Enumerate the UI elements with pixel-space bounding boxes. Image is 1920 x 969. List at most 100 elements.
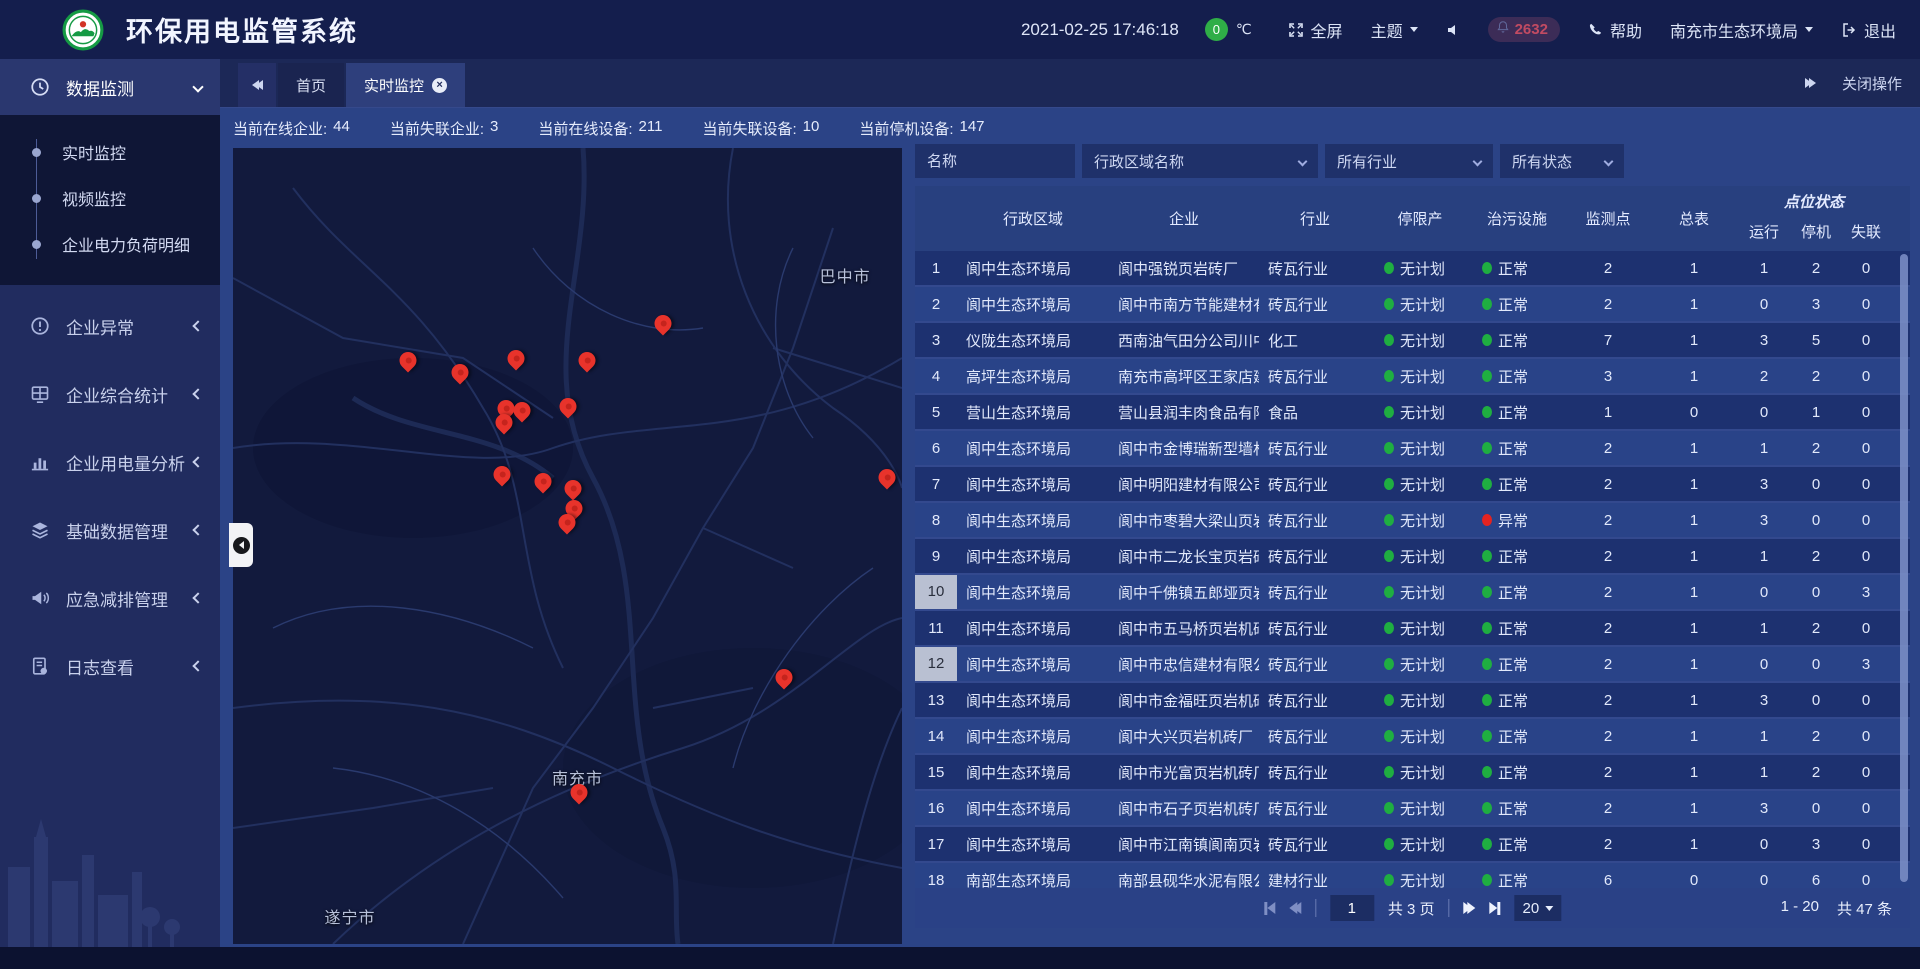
cell-lost: 0 <box>1841 728 1891 745</box>
last-page-button[interactable] <box>1490 902 1501 915</box>
cell-stop: 0 <box>1791 584 1841 601</box>
mute-button[interactable] <box>1446 22 1462 38</box>
sidebar-subitem-label: 企业电力负荷明细 <box>62 232 190 256</box>
facility-status-label: 正常 <box>1498 294 1528 315</box>
name-filter-input[interactable] <box>915 144 1075 178</box>
sidebar-item-data-monitoring[interactable]: 数据监测 <box>0 59 220 115</box>
logout-button[interactable]: 退出 <box>1841 18 1896 42</box>
org-dropdown[interactable]: 南充市生态环境局 <box>1670 18 1813 42</box>
stat-value: 44 <box>333 118 350 139</box>
cell-lost: 0 <box>1841 548 1891 565</box>
status-dot-green <box>1384 838 1394 850</box>
page-number-input[interactable] <box>1330 895 1374 921</box>
cell-company: 阆中市五马桥页岩机砖 <box>1109 618 1259 639</box>
tabs-scroll-right-button[interactable] <box>1805 78 1816 88</box>
table-row[interactable]: 6阆中生态环境局阆中市金博瑞新型墙材砖瓦行业无计划正常21120 <box>915 431 1910 467</box>
table-body: 1阆中生态环境局阆中强锐页岩砖厂砖瓦行业无计划正常211202阆中生态环境局阆中… <box>915 251 1910 888</box>
cell-company: 阆中市石子页岩机砖厂 <box>1109 798 1259 819</box>
sidebar-item-basic-data[interactable]: 基础数据管理 <box>0 503 220 557</box>
cell-points: 2 <box>1565 584 1651 601</box>
table-scrollbar[interactable] <box>1900 254 1908 882</box>
table-row[interactable]: 12阆中生态环境局阆中市忠信建材有限公砖瓦行业无计划正常21003 <box>915 647 1910 683</box>
dot-icon <box>32 194 41 203</box>
production-status-label: 无计划 <box>1400 474 1445 495</box>
cell-facility-status: 异常 <box>1469 510 1565 531</box>
first-page-button[interactable] <box>1264 902 1275 915</box>
page-size-select[interactable]: 20 <box>1515 895 1562 921</box>
table-row[interactable]: 4高坪生态环境局南充市高坪区王家店建砖瓦行业无计划正常31220 <box>915 359 1910 395</box>
next-page-button[interactable] <box>1464 902 1476 914</box>
tab-realtime-monitor[interactable]: 实时监控× <box>346 63 465 107</box>
cell-meters: 1 <box>1651 476 1737 493</box>
stat-value: 3 <box>490 118 498 139</box>
map-roads <box>233 148 902 944</box>
sidebar-item-log-view[interactable]: 日志查看 <box>0 639 220 693</box>
caret-down-icon <box>1805 27 1813 32</box>
table-row[interactable]: 3仪陇生态环境局西南油气田分公司川中化工无计划正常71350 <box>915 323 1910 359</box>
sidebar-subitem-video-monitor[interactable]: 视频监控 <box>0 175 220 221</box>
sidebar-item-enterprise-abnormal[interactable]: 企业异常 <box>0 299 220 353</box>
sidebar-item-label: 应急减排管理 <box>66 586 194 611</box>
cell-industry: 砖瓦行业 <box>1259 798 1371 819</box>
fullscreen-button[interactable]: 全屏 <box>1288 18 1343 42</box>
table-row[interactable]: 8阆中生态环境局阆中市枣碧大梁山页岩砖瓦行业无计划异常21300 <box>915 503 1910 539</box>
table-row[interactable]: 16阆中生态环境局阆中市石子页岩机砖厂砖瓦行业无计划正常21300 <box>915 791 1910 827</box>
map-collapse-handle[interactable] <box>229 523 253 567</box>
status-filter-select[interactable]: 所有状态 <box>1500 144 1624 178</box>
status-dot-green <box>1482 802 1492 814</box>
table-row[interactable]: 2阆中生态环境局阆中市南方节能建材有砖瓦行业无计划正常21030 <box>915 287 1910 323</box>
cell-facility-status: 正常 <box>1469 546 1565 567</box>
cell-stop: 6 <box>1791 872 1841 889</box>
table-row[interactable]: 11阆中生态环境局阆中市五马桥页岩机砖砖瓦行业无计划正常21120 <box>915 611 1910 647</box>
row-index: 7 <box>915 476 957 493</box>
tabs-scroll-left-button[interactable] <box>238 63 276 107</box>
status-dot-green <box>1482 550 1492 562</box>
dot-icon <box>32 240 41 249</box>
cell-production-status: 无计划 <box>1371 510 1469 531</box>
theme-dropdown[interactable]: 主题 <box>1371 18 1418 42</box>
close-icon[interactable]: × <box>432 78 447 93</box>
tab-home[interactable]: 首页 <box>278 63 344 107</box>
industry-filter-select[interactable]: 所有行业 <box>1325 144 1493 178</box>
cell-stop: 0 <box>1791 656 1841 673</box>
stat-item: 当前在线设备:211 <box>538 118 662 139</box>
cell-lost: 0 <box>1841 872 1891 889</box>
cell-points: 2 <box>1565 476 1651 493</box>
table-row[interactable]: 14阆中生态环境局阆中大兴页岩机砖厂砖瓦行业无计划正常21120 <box>915 719 1910 755</box>
range-label: 1 - 20 <box>1781 898 1819 919</box>
filter-bar: 行政区域名称 所有行业 所有状态 <box>915 144 1910 178</box>
notifications-badge[interactable]: 2632 <box>1488 17 1560 42</box>
header-meters: 总表 <box>1651 208 1737 229</box>
production-status-label: 无计划 <box>1400 582 1445 603</box>
sidebar-item-emergency-reduction[interactable]: 应急减排管理 <box>0 571 220 625</box>
cell-facility-status: 正常 <box>1469 726 1565 747</box>
divider <box>1449 899 1450 917</box>
table-row[interactable]: 17阆中生态环境局阆中市江南镇阆南页岩砖瓦行业无计划正常21030 <box>915 827 1910 863</box>
prev-page-button[interactable] <box>1289 902 1301 914</box>
table-row[interactable]: 1阆中生态环境局阆中强锐页岩砖厂砖瓦行业无计划正常21120 <box>915 251 1910 287</box>
table-row[interactable]: 13阆中生态环境局阆中市金福旺页岩机砖砖瓦行业无计划正常21300 <box>915 683 1910 719</box>
alert-circle-icon <box>30 316 50 336</box>
table-row[interactable]: 9阆中生态环境局阆中市二龙长宝页岩砖砖瓦行业无计划正常21120 <box>915 539 1910 575</box>
cell-facility-status: 正常 <box>1469 798 1565 819</box>
sidebar-subitem-realtime-monitor[interactable]: 实时监控 <box>0 129 220 175</box>
table-row[interactable]: 18南部生态环境局南部县砚华水泥有限公建材行业无计划正常60060 <box>915 863 1910 888</box>
chevron-down-icon <box>1473 156 1483 166</box>
table-row[interactable]: 7阆中生态环境局阆中明阳建材有限公司砖瓦行业无计划正常21300 <box>915 467 1910 503</box>
sidebar-item-power-analysis[interactable]: 企业用电量分析 <box>0 435 220 489</box>
total-count-label: 共 47 条 <box>1837 898 1892 919</box>
table-row[interactable]: 10阆中生态环境局阆中千佛镇五郎垭页岩砖瓦行业无计划正常21003 <box>915 575 1910 611</box>
region-filter-select[interactable]: 行政区域名称 <box>1082 144 1318 178</box>
cell-region: 阆中生态环境局 <box>957 294 1109 315</box>
sidebar-item-enterprise-statistics[interactable]: 企业综合统计 <box>0 367 220 421</box>
cell-points: 2 <box>1565 260 1651 277</box>
map-panel[interactable]: 巴中市南充市遂宁市 <box>233 148 902 944</box>
help-button[interactable]: 帮助 <box>1588 18 1642 42</box>
sidebar-subitem-label: 实时监控 <box>62 140 126 164</box>
close-operations-button[interactable]: 关闭操作 <box>1842 73 1902 94</box>
table-row[interactable]: 15阆中生态环境局阆中市光富页岩机砖厂砖瓦行业无计划正常21120 <box>915 755 1910 791</box>
table-row[interactable]: 5营山生态环境局营山县润丰肉食品有限食品无计划正常10010 <box>915 395 1910 431</box>
cell-stop: 0 <box>1791 476 1841 493</box>
cell-facility-status: 正常 <box>1469 258 1565 279</box>
sidebar-subitem-power-load-detail[interactable]: 企业电力负荷明细 <box>0 221 220 267</box>
